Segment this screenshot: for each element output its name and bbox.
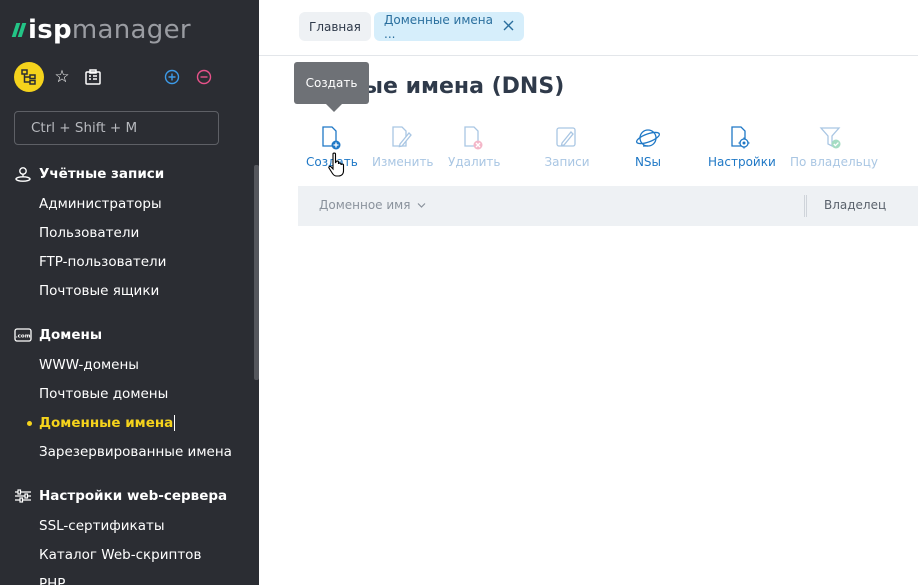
sliders-icon — [14, 487, 32, 505]
user-pin-icon — [14, 165, 32, 183]
svg-text:.com: .com — [16, 334, 31, 340]
logo-mark-icon — [11, 23, 27, 37]
table-header: Доменное имя Владелец — [298, 186, 918, 226]
plus-circle-icon[interactable] — [164, 62, 180, 92]
sidebar-tools: ☆ — [14, 62, 224, 92]
file-delete-icon — [448, 124, 498, 152]
sidebar-item-www-domains[interactable]: WWW-домены — [39, 353, 139, 377]
file-gear-icon — [708, 124, 774, 152]
edit-button[interactable]: Изменить — [372, 124, 434, 174]
tab-domain-names-label: Доменные имена ... — [384, 12, 493, 41]
logo[interactable]: ispmanager — [11, 14, 191, 46]
sidebar-item-mailboxes[interactable]: Почтовые ящики — [39, 279, 159, 303]
sidebar-item-ssl-certificates[interactable]: SSL-сертификаты — [39, 514, 165, 538]
filter-check-icon — [790, 124, 872, 152]
sidebar-search-input[interactable]: Ctrl + Shift + M — [14, 111, 219, 145]
tree-icon[interactable] — [14, 62, 44, 92]
sidebar-item-mail-domains[interactable]: Почтовые домены — [39, 382, 168, 406]
close-icon[interactable] — [503, 19, 514, 35]
sidebar-item-administrators[interactable]: Администраторы — [39, 192, 162, 216]
star-icon[interactable]: ☆ — [52, 62, 72, 92]
sidebar-item-php[interactable]: PHP — [39, 572, 65, 585]
nav-group-title[interactable]: Учётные записи — [14, 159, 164, 189]
delete-button[interactable]: Удалить — [448, 124, 501, 174]
clipboard-icon[interactable] — [82, 62, 104, 92]
filter-by-owner-button[interactable]: По владельцу — [790, 124, 878, 174]
globe-icon — [628, 124, 668, 152]
sidebar-item-domain-names[interactable]: Доменные имена — [26, 411, 176, 435]
sidebar-item-web-scripts-catalog[interactable]: Каталог Web-скриптов — [39, 543, 201, 567]
file-edit-icon — [372, 124, 432, 152]
nav-group-title[interactable]: Настройки web-сервера — [14, 481, 227, 511]
column-header-domain-name[interactable]: Доменное имя — [319, 198, 426, 212]
records-edit-icon — [541, 124, 593, 152]
ns-button[interactable]: NSы — [628, 124, 668, 174]
topbar: Главная Доменные имена ... — [259, 0, 918, 56]
sidebar-item-users[interactable]: Пользователи — [39, 221, 139, 245]
settings-button[interactable]: Настройки — [708, 124, 776, 174]
sidebar-scrollbar[interactable] — [254, 165, 259, 380]
column-resize-handle[interactable] — [804, 195, 807, 217]
toolbar: Создать Изменить Удалить Записи NSы Наст… — [298, 124, 918, 174]
hand-cursor-icon — [327, 152, 347, 178]
sidebar: ispmanager ☆ Ctrl + Shift + M Учётные за… — [0, 0, 259, 585]
nav-group-title[interactable]: .com Домены — [14, 320, 102, 350]
minus-circle-icon[interactable] — [196, 62, 212, 92]
domain-com-icon: .com — [14, 326, 32, 344]
logo-isp-text: isp — [28, 15, 72, 45]
logo-manager-text: manager — [71, 15, 191, 45]
records-button[interactable]: Записи — [541, 124, 593, 174]
create-tooltip: Создать — [294, 62, 369, 112]
column-header-owner[interactable]: Владелец — [824, 198, 886, 212]
tab-domain-names[interactable]: Доменные имена ... — [374, 12, 524, 41]
chevron-down-icon — [417, 198, 426, 212]
sidebar-item-reserved-names[interactable]: Зарезервированные имена — [39, 440, 232, 464]
tab-home[interactable]: Главная — [299, 12, 371, 41]
file-plus-icon — [306, 124, 356, 152]
sidebar-item-ftp-users[interactable]: FTP-пользователи — [39, 250, 166, 274]
